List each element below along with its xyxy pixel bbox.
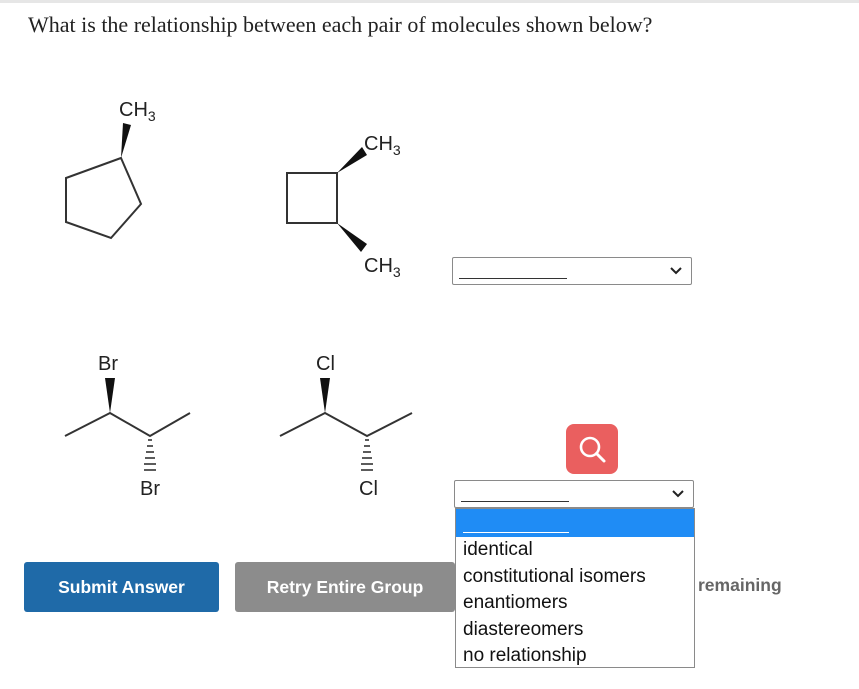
select-value <box>459 278 567 279</box>
dropdown-option-diastereomers[interactable]: diastereomers <box>456 617 694 644</box>
magnifier-button[interactable] <box>566 424 618 474</box>
top-divider <box>0 0 859 3</box>
dropdown-option-identical[interactable]: identical <box>456 537 694 564</box>
dropdown-option-no-relationship[interactable]: no relationship <box>456 643 694 670</box>
methyl-label: CH3 <box>119 99 156 124</box>
retry-entire-group-button[interactable]: Retry Entire Group <box>235 562 455 612</box>
chevron-down-icon <box>670 267 682 275</box>
methyl-label-top: CH3 <box>364 133 401 158</box>
bromo-label-bottom: Br <box>140 478 160 500</box>
chloro-label-bottom: Cl <box>359 478 378 500</box>
magnifier-icon <box>579 436 606 463</box>
dropdown-option-constitutional-isomers[interactable]: constitutional isomers <box>456 564 694 591</box>
dropdown-option-blank[interactable] <box>456 509 694 537</box>
relationship-select-1[interactable] <box>452 257 692 285</box>
bromo-label-top: Br <box>98 353 118 375</box>
methyl-label-bottom: CH3 <box>364 255 401 280</box>
remaining-text: remaining <box>698 575 782 595</box>
question-text: What is the relationship between each pa… <box>28 12 653 37</box>
submit-answer-button[interactable]: Submit Answer <box>24 562 219 612</box>
relationship-dropdown-list[interactable]: identical constitutional isomers enantio… <box>455 508 695 668</box>
chevron-down-icon <box>672 490 684 498</box>
relationship-select-2[interactable] <box>454 480 694 508</box>
molecule-dibromobutane: Br Br <box>64 353 191 500</box>
molecule-dimethylcyclobutane: CH3 CH3 <box>286 133 401 280</box>
chloro-label-top: Cl <box>316 353 335 375</box>
molecule-methylcyclopentane: CH3 <box>65 99 156 240</box>
dropdown-option-enantiomers[interactable]: enantiomers <box>456 590 694 617</box>
molecule-dichlorobutane: Cl Cl <box>279 353 413 500</box>
select-value <box>461 501 569 502</box>
